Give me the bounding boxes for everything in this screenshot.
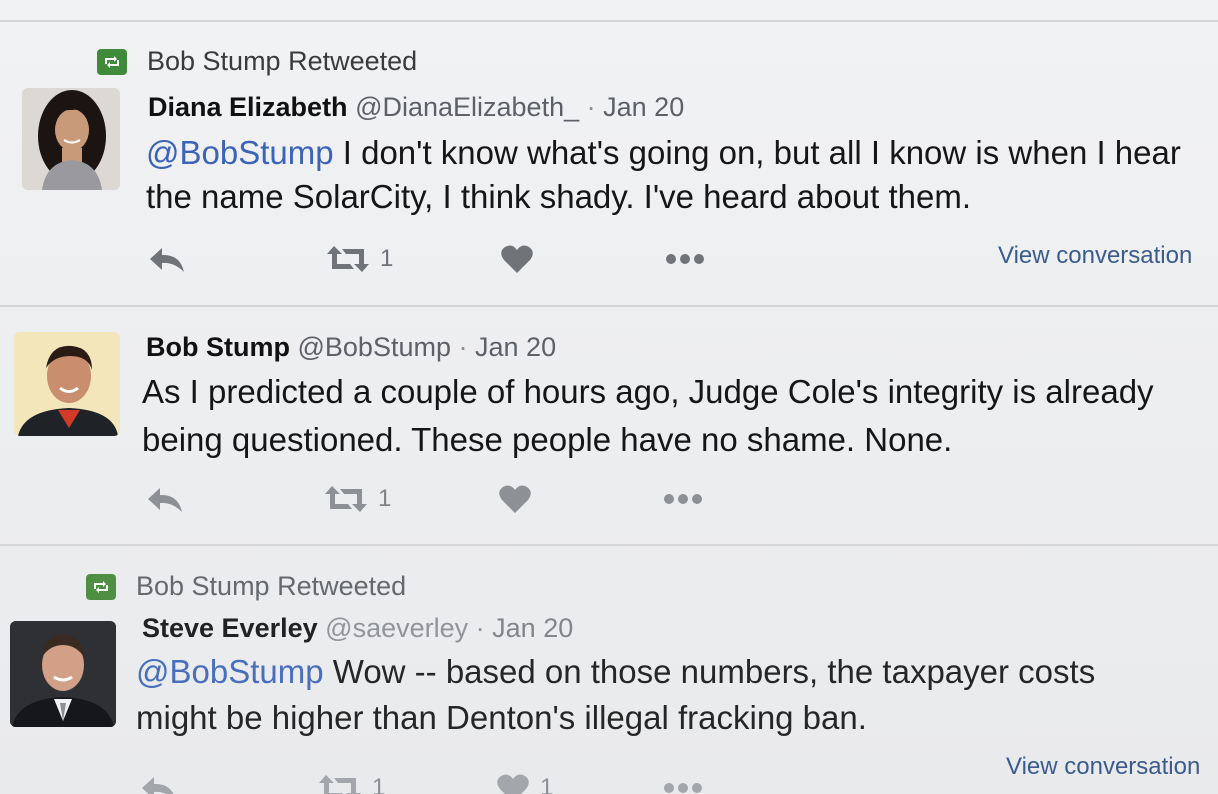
more-button[interactable]: [662, 781, 704, 794]
tweet-text-line: @BobStump Wow -- based on those numbers,…: [136, 649, 1196, 695]
reply-icon: [148, 488, 182, 512]
tweet[interactable]: Bob Stump Retweeted Diana Elizabeth @Dia…: [0, 0, 1218, 305]
tweet-text-line: the name SolarCity, I think shady. I've …: [146, 178, 972, 215]
separator: ·: [475, 613, 485, 643]
retweet-icon: [86, 573, 116, 600]
more-button[interactable]: [662, 492, 704, 506]
timestamp[interactable]: Jan 20: [475, 332, 556, 362]
retweeted-by-text: Bob Stump Retweeted: [136, 571, 407, 601]
more-button[interactable]: [664, 252, 706, 266]
reply-button[interactable]: [140, 773, 178, 794]
tweet-text-line: might be higher than Denton's illegal fr…: [136, 699, 867, 736]
more-icon: [664, 783, 702, 793]
tweet-header: Steve Everley @saeverley · Jan 20: [142, 613, 573, 644]
heart-icon: [497, 774, 529, 794]
author-handle[interactable]: @saeverley: [325, 613, 468, 643]
tweet-text-segment: Wow -- based on those numbers, the taxpa…: [323, 653, 1096, 690]
tweet-text-line: @BobStump I don't know what's going on, …: [146, 131, 1206, 175]
separator: ·: [458, 332, 468, 362]
retweeted-label-row: Bob Stump Retweeted: [97, 46, 417, 77]
retweet-button[interactable]: 1: [324, 484, 391, 514]
reply-icon: [142, 777, 174, 794]
reply-button[interactable]: [146, 484, 184, 514]
author-handle[interactable]: @BobStump: [298, 332, 451, 362]
more-icon: [664, 494, 702, 504]
mention-link[interactable]: @BobStump: [146, 134, 334, 171]
mention-link[interactable]: @BobStump: [136, 653, 324, 690]
retweet-count: 1: [372, 774, 386, 794]
avatar[interactable]: [14, 332, 120, 436]
tweet-text: As I predicted a couple of hours ago, Ju…: [142, 368, 1202, 464]
avatar[interactable]: [22, 88, 120, 190]
heart-icon: [501, 245, 533, 273]
tweet[interactable]: Bob Stump @BobStump · Jan 20 As I predic…: [0, 306, 1218, 544]
like-count: 1: [540, 774, 554, 794]
author-name[interactable]: Diana Elizabeth: [148, 92, 348, 122]
separator: ·: [586, 92, 596, 122]
view-conversation-link[interactable]: View conversation: [998, 242, 1192, 270]
like-button[interactable]: 1: [496, 773, 553, 794]
tweet-actions: 1 1: [140, 773, 760, 794]
tweet-text-segment: I don't know what's going on, but all I …: [333, 134, 1181, 171]
tweet-actions: 1: [148, 244, 768, 284]
tweet-text: @BobStump Wow -- based on those numbers,…: [136, 649, 1196, 741]
retweet-icon: [97, 48, 127, 75]
tweet-text-line: being questioned. These people have no s…: [142, 421, 953, 458]
tweet-text: @BobStump I don't know what's going on, …: [146, 131, 1206, 219]
like-button[interactable]: [500, 244, 534, 274]
reply-button[interactable]: [148, 244, 186, 274]
retweet-icon: [327, 246, 369, 272]
retweet-count: 1: [378, 485, 392, 512]
avatar[interactable]: [10, 621, 116, 727]
reply-icon: [150, 248, 184, 272]
timestamp[interactable]: Jan 20: [492, 613, 573, 643]
tweet-text-line: As I predicted a couple of hours ago, Ju…: [142, 373, 1154, 410]
like-button[interactable]: [498, 484, 532, 514]
tweet-header: Bob Stump @BobStump · Jan 20: [146, 332, 556, 363]
author-name[interactable]: Bob Stump: [146, 332, 290, 362]
heart-icon: [499, 485, 531, 513]
retweet-icon: [319, 775, 361, 794]
tweet-header: Diana Elizabeth @DianaElizabeth_ · Jan 2…: [148, 92, 684, 123]
retweet-count: 1: [380, 245, 394, 272]
retweeted-label-row: Bob Stump Retweeted: [86, 571, 406, 602]
tweet-actions: 1: [146, 484, 766, 524]
retweet-button[interactable]: 1: [318, 773, 385, 794]
retweet-icon: [325, 486, 367, 512]
timestamp[interactable]: Jan 20: [603, 92, 684, 122]
author-name[interactable]: Steve Everley: [142, 613, 318, 643]
tweet[interactable]: Bob Stump Retweeted Steve Everley @saeve…: [0, 545, 1218, 794]
timeline: Bob Stump Retweeted Diana Elizabeth @Dia…: [0, 0, 1218, 794]
retweeted-by-text: Bob Stump Retweeted: [147, 46, 418, 76]
author-handle[interactable]: @DianaElizabeth_: [355, 92, 579, 122]
more-icon: [666, 254, 704, 264]
view-conversation-link[interactable]: View conversation: [1006, 753, 1200, 781]
retweet-button[interactable]: 1: [326, 244, 393, 274]
